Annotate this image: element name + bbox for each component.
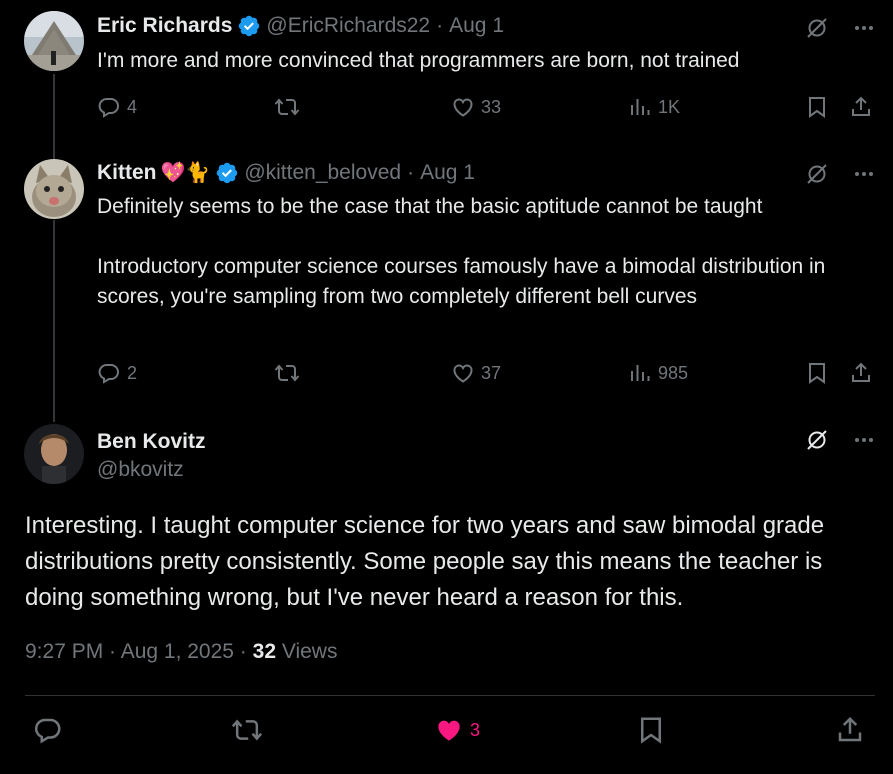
tweet-eric[interactable]: Eric Richards @EricRichards22 · Aug 1 I'… xyxy=(0,0,893,140)
verified-icon[interactable] xyxy=(215,161,239,185)
grok-icon[interactable] xyxy=(805,162,829,186)
retweet-button[interactable] xyxy=(274,95,300,119)
reply-button[interactable]: 2 xyxy=(97,361,137,385)
views-icon xyxy=(631,99,650,115)
divider xyxy=(25,695,875,696)
views-count: 32 xyxy=(252,640,276,663)
thread-line xyxy=(53,140,55,160)
tweet-text: Interesting. I taught computer science f… xyxy=(25,512,825,611)
tweet-actions: 3 xyxy=(25,715,875,755)
views-button[interactable]: 985 xyxy=(628,361,688,385)
retweet-icon xyxy=(274,364,300,382)
tweet-kitten[interactable]: Kitten 💖🐈 @kitten_beloved · Aug 1 Defini… xyxy=(0,140,893,408)
tweet-actions: 4 33 1K xyxy=(97,95,877,125)
tweet-text: I'm more and more convinced that program… xyxy=(97,49,740,72)
separator-dot: · xyxy=(436,14,444,37)
like-button[interactable]: 37 xyxy=(451,361,501,385)
reply-icon xyxy=(34,718,61,744)
reply-icon xyxy=(98,98,119,118)
like-button-active[interactable]: 3 xyxy=(434,715,480,745)
share-icon xyxy=(852,96,870,116)
grok-icon[interactable] xyxy=(805,16,829,40)
avatar-eric[interactable] xyxy=(24,11,84,71)
tweet-actions: 2 37 985 xyxy=(97,361,877,391)
more-icon[interactable] xyxy=(853,163,875,185)
verified-icon[interactable] xyxy=(237,14,261,38)
bookmark-icon xyxy=(641,717,661,744)
bookmark-icon xyxy=(809,97,825,118)
bookmark-icon xyxy=(809,363,825,384)
tweet-header: Kitten 💖🐈 @kitten_beloved · Aug 1 xyxy=(97,160,475,185)
more-icon[interactable] xyxy=(853,17,875,39)
tweet-meta: 9:27 PM · Aug 1, 2025 · 32 Views xyxy=(25,640,337,664)
share-button[interactable] xyxy=(849,95,873,119)
bookmark-button[interactable] xyxy=(636,715,666,745)
like-button[interactable]: 33 xyxy=(451,95,501,119)
reply-count: 2 xyxy=(127,362,138,383)
tweet-top-icons xyxy=(805,16,875,40)
share-button[interactable] xyxy=(835,715,865,745)
tweet-date[interactable]: Aug 1 xyxy=(420,161,475,185)
like-count: 33 xyxy=(481,96,502,117)
views-label: Views xyxy=(276,640,338,663)
share-button[interactable] xyxy=(849,361,873,385)
share-icon xyxy=(838,716,862,742)
tweet-top-icons xyxy=(805,428,875,452)
like-icon xyxy=(453,364,473,383)
reply-button[interactable] xyxy=(33,715,63,745)
tweet-header: Eric Richards @EricRichards22 · Aug 1 xyxy=(97,14,504,38)
retweet-button[interactable] xyxy=(274,361,300,385)
author-handle[interactable]: @kitten_beloved xyxy=(244,161,401,185)
share-icon xyxy=(852,362,870,382)
author-name[interactable]: Eric Richards xyxy=(97,14,232,38)
views-button[interactable]: 1K xyxy=(628,95,680,119)
reply-count: 4 xyxy=(127,96,138,117)
tweet-top-icons xyxy=(805,162,875,186)
thread-line xyxy=(53,74,55,140)
like-icon xyxy=(453,98,473,117)
tweet-time[interactable]: 9:27 PM · Aug 1, 2025 · xyxy=(25,640,253,663)
separator-dot: · xyxy=(407,160,415,184)
author-name[interactable]: Ben Kovitz xyxy=(97,430,206,454)
tweet-date[interactable]: Aug 1 xyxy=(449,14,504,38)
like-count: 3 xyxy=(470,719,481,740)
retweet-button[interactable] xyxy=(231,715,263,745)
author-handle[interactable]: @bkovitz xyxy=(97,458,184,482)
author-name[interactable]: Kitten xyxy=(97,161,157,185)
retweet-icon xyxy=(274,98,300,116)
name-emoji: 💖🐈 xyxy=(160,162,211,184)
reply-button[interactable]: 4 xyxy=(97,95,137,119)
reply-icon xyxy=(98,364,119,384)
bookmark-button[interactable] xyxy=(805,95,829,119)
like-count: 37 xyxy=(481,362,502,383)
retweet-icon xyxy=(231,719,263,741)
author-handle[interactable]: @EricRichards22 xyxy=(266,14,430,38)
tweet-text-line1: Definitely seems to be the case that the… xyxy=(97,195,763,218)
thread-line xyxy=(53,220,55,408)
avatar-kitten[interactable] xyxy=(24,159,84,219)
views-count: 985 xyxy=(658,362,689,383)
like-icon xyxy=(438,720,460,741)
grok-icon[interactable] xyxy=(805,428,829,452)
more-icon[interactable] xyxy=(853,429,875,451)
views-count: 1K xyxy=(658,96,681,117)
tweet-main-ben: Ben Kovitz @bkovitz Interesting. I taugh… xyxy=(0,408,893,774)
avatar-ben[interactable] xyxy=(24,424,84,484)
tweet-text-para2: Introductory computer science courses fa… xyxy=(97,255,826,308)
bookmark-button[interactable] xyxy=(805,361,829,385)
thread-line xyxy=(53,408,55,422)
views-icon xyxy=(631,365,650,381)
